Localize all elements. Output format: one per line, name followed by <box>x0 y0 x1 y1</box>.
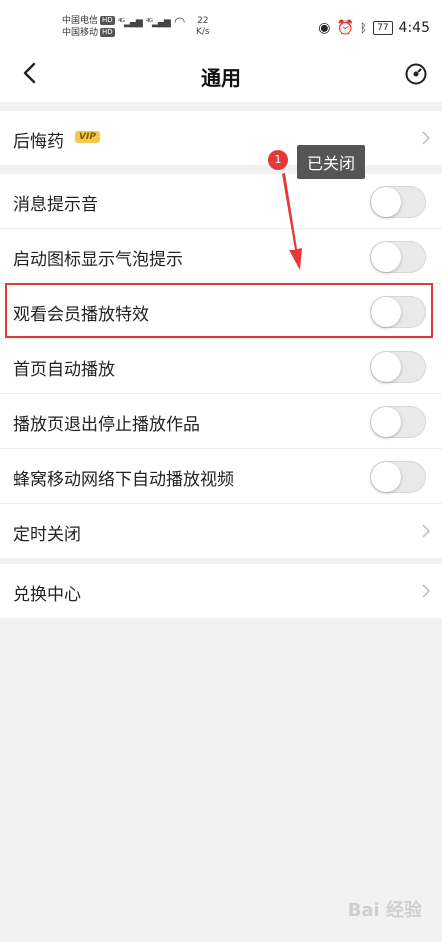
page-title: 通用 <box>201 66 241 90</box>
chevron-right-icon <box>422 524 430 538</box>
step-badge: 1 <box>268 150 288 170</box>
chevron-right-icon <box>422 131 430 145</box>
eye-icon: ◉ <box>318 20 331 36</box>
row-label: 消息提示音 <box>13 195 98 215</box>
row-icon-bubble[interactable]: 启动图标显示气泡提示 <box>0 229 442 284</box>
battery-icon: 77 <box>373 21 393 35</box>
speed-unit: K/s <box>196 27 210 37</box>
bluetooth-icon: ᛒ <box>359 21 368 35</box>
chevron-right-icon <box>422 584 430 598</box>
carrier-info: 中国电信 HD 中国移动 HD <box>62 15 115 39</box>
hd-badge: HD <box>100 16 115 25</box>
highlight-box <box>5 283 433 338</box>
row-cellular-autoplay[interactable]: 蜂窝移动网络下自动播放视频 <box>0 449 442 504</box>
group-undo: 后悔药 VIP <box>0 111 442 165</box>
toggle-knob <box>371 242 401 272</box>
speed-value: 22 <box>197 16 209 26</box>
row-stop-on-exit[interactable]: 播放页退出停止播放作品 <box>0 394 442 449</box>
toggle-switch[interactable] <box>370 461 426 493</box>
network-speed: 22 K/s <box>196 16 210 38</box>
row-label: 启动图标显示气泡提示 <box>13 250 183 270</box>
carrier-2: 中国移动 <box>62 28 99 38</box>
group-general: 消息提示音 启动图标显示气泡提示 观看会员播放特效 首页自动播放 播放页退出停止… <box>0 174 442 558</box>
annotation-tooltip: 已关闭 <box>297 145 366 179</box>
wifi-icon: ◠ <box>174 15 185 30</box>
row-redeem-center[interactable]: 兑换中心 <box>0 564 442 618</box>
row-label: 后悔药 <box>13 132 64 152</box>
row-label: 定时关闭 <box>13 525 81 545</box>
toggle-switch[interactable] <box>370 241 426 273</box>
toggle-switch[interactable] <box>370 351 426 383</box>
toggle-switch[interactable] <box>370 186 426 218</box>
settings-circle-icon[interactable] <box>404 62 428 86</box>
watermark: Bai 经验 <box>347 900 422 921</box>
alarm-icon: ⏰ <box>336 20 354 36</box>
toggle-knob <box>371 352 401 382</box>
hd-badge: HD <box>100 28 115 37</box>
nav-bar: 通用 <box>0 46 442 102</box>
signal-icon: ⁴ᴳ▂▄▆ <box>146 18 171 28</box>
vip-badge: VIP <box>75 131 100 143</box>
row-label: 首页自动播放 <box>13 360 115 380</box>
toggle-switch[interactable] <box>370 406 426 438</box>
row-label: 蜂窝移动网络下自动播放视频 <box>13 470 234 490</box>
toggle-knob <box>371 462 401 492</box>
row-undo[interactable]: 后悔药 VIP <box>0 111 442 165</box>
row-message-sound[interactable]: 消息提示音 <box>0 174 442 229</box>
status-right: ◉ ⏰ ᛒ 77 4:45 <box>318 20 430 36</box>
row-label: 兑换中心 <box>13 585 81 605</box>
row-label: 播放页退出停止播放作品 <box>13 415 200 435</box>
row-timer-off[interactable]: 定时关闭 <box>0 504 442 558</box>
toggle-knob <box>371 407 401 437</box>
row-home-autoplay[interactable]: 首页自动播放 <box>0 339 442 394</box>
group-redeem: 兑换中心 <box>0 564 442 618</box>
toggle-knob <box>371 187 401 217</box>
carrier-1: 中国电信 <box>62 16 99 26</box>
clock: 4:45 <box>398 20 430 36</box>
signal-icon: ⁴ᴳ▂▄▆ <box>118 18 143 28</box>
status-bar: 中国电信 HD 中国移动 HD ⁴ᴳ▂▄▆ ⁴ᴳ▂▄▆ ◠ 22 K/s ◉ ⏰ ᛒ… <box>0 0 442 46</box>
annotation-arrow-icon <box>282 173 302 270</box>
